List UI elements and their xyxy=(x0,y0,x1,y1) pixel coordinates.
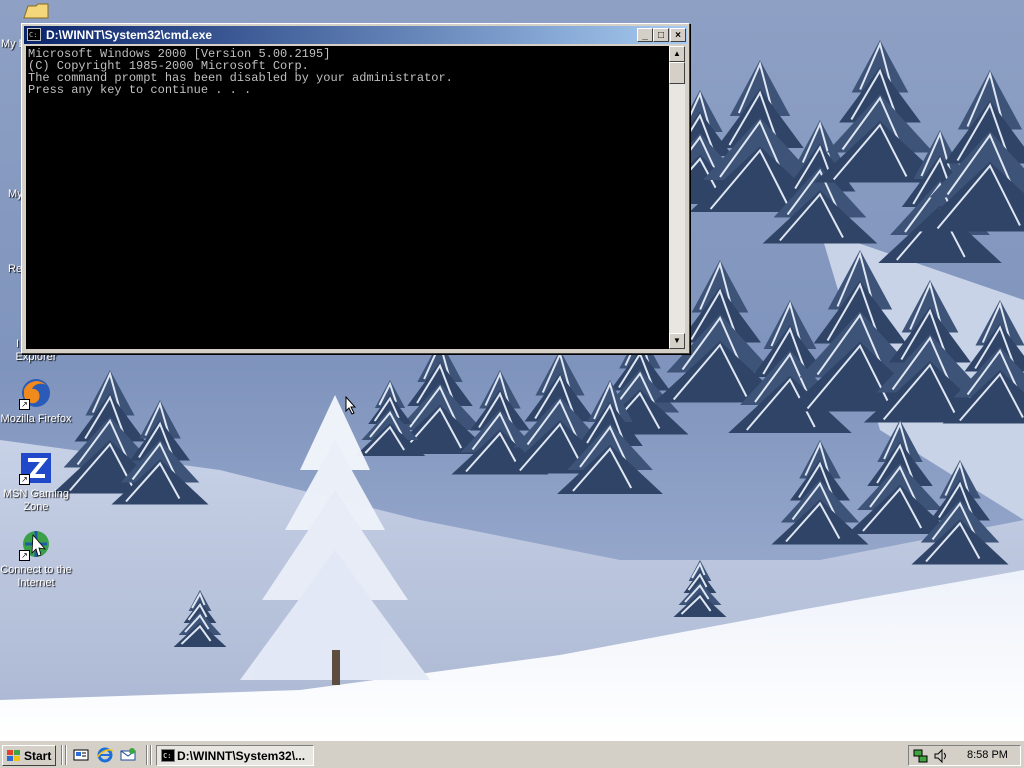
start-button[interactable]: Start xyxy=(2,745,56,766)
mouse-cursor-icon xyxy=(345,396,357,415)
vertical-scrollbar[interactable]: ▲ ▼ xyxy=(669,46,685,349)
svg-text:C:: C: xyxy=(29,31,37,39)
outlook-express-icon[interactable] xyxy=(120,747,136,763)
desktop-label-recycle-bin[interactable]: Re xyxy=(8,263,22,276)
window-titlebar[interactable]: C: D:\WINNT\System32\cmd.exe _ □ × xyxy=(24,26,687,44)
console-output[interactable]: Microsoft Windows 2000 [Version 5.00.219… xyxy=(26,46,669,349)
maximize-button[interactable]: □ xyxy=(653,28,669,42)
scroll-up-button[interactable]: ▲ xyxy=(669,46,685,62)
console-line: Press any key to continue . . . xyxy=(28,83,252,97)
connect-internet-icon: ↗ xyxy=(19,527,53,561)
msn-gaming-zone-icon: ↗ xyxy=(19,451,53,485)
shortcut-arrow-icon: ↗ xyxy=(19,550,30,561)
svg-text:C:: C: xyxy=(163,752,171,760)
desktop-icon-label: Mozilla Firefox xyxy=(0,413,72,425)
folder-icon[interactable] xyxy=(22,2,50,20)
taskbar-button-label: D:\WINNT\System32\... xyxy=(177,749,306,763)
taskbar: Start C: D:\WINNT\System32\... 8:58 PM xyxy=(0,740,1024,768)
desktop-label-internet-explorer-prefix[interactable]: I xyxy=(16,338,19,351)
clock[interactable]: 8:58 PM xyxy=(967,749,1008,761)
taskbar-separator xyxy=(146,745,148,765)
close-button[interactable]: × xyxy=(670,28,686,42)
desktop-icon-label: MSN Gaming Zone xyxy=(2,488,70,513)
start-label: Start xyxy=(24,749,52,763)
taskbar-separator xyxy=(150,745,152,765)
shortcut-arrow-icon: ↗ xyxy=(19,474,30,485)
window-title: D:\WINNT\System32\cmd.exe xyxy=(46,28,213,42)
taskbar-button-cmd[interactable]: C: D:\WINNT\System32\... xyxy=(156,745,314,766)
desktop-icon-label: Connect to the Internet xyxy=(0,564,72,589)
shortcut-arrow-icon: ↗ xyxy=(19,399,30,410)
taskbar-separator xyxy=(61,745,63,765)
scroll-down-button[interactable]: ▼ xyxy=(669,333,685,349)
system-tray: 8:58 PM xyxy=(908,745,1021,766)
volume-icon[interactable] xyxy=(933,748,949,767)
console-icon: C: xyxy=(27,28,41,41)
network-icon[interactable] xyxy=(913,748,929,767)
windows-logo-icon xyxy=(7,750,20,761)
show-desktop-icon[interactable] xyxy=(73,747,89,763)
cmd-window[interactable]: C: D:\WINNT\System32\cmd.exe _ □ × Micro… xyxy=(21,23,690,354)
desktop-icon-msn-gaming-zone[interactable]: ↗ MSN Gaming Zone xyxy=(0,451,74,514)
minimize-button[interactable]: _ xyxy=(637,28,653,42)
taskbar-separator xyxy=(65,745,67,765)
firefox-icon: ↗ xyxy=(19,376,53,410)
desktop-icon-firefox[interactable]: ↗ Mozilla Firefox xyxy=(0,376,74,426)
console-icon: C: xyxy=(161,749,175,762)
scroll-thumb[interactable] xyxy=(669,62,685,84)
desktop-icon-connect-internet[interactable]: ↗ Connect to the Internet xyxy=(0,527,74,590)
internet-explorer-icon[interactable] xyxy=(96,747,114,763)
